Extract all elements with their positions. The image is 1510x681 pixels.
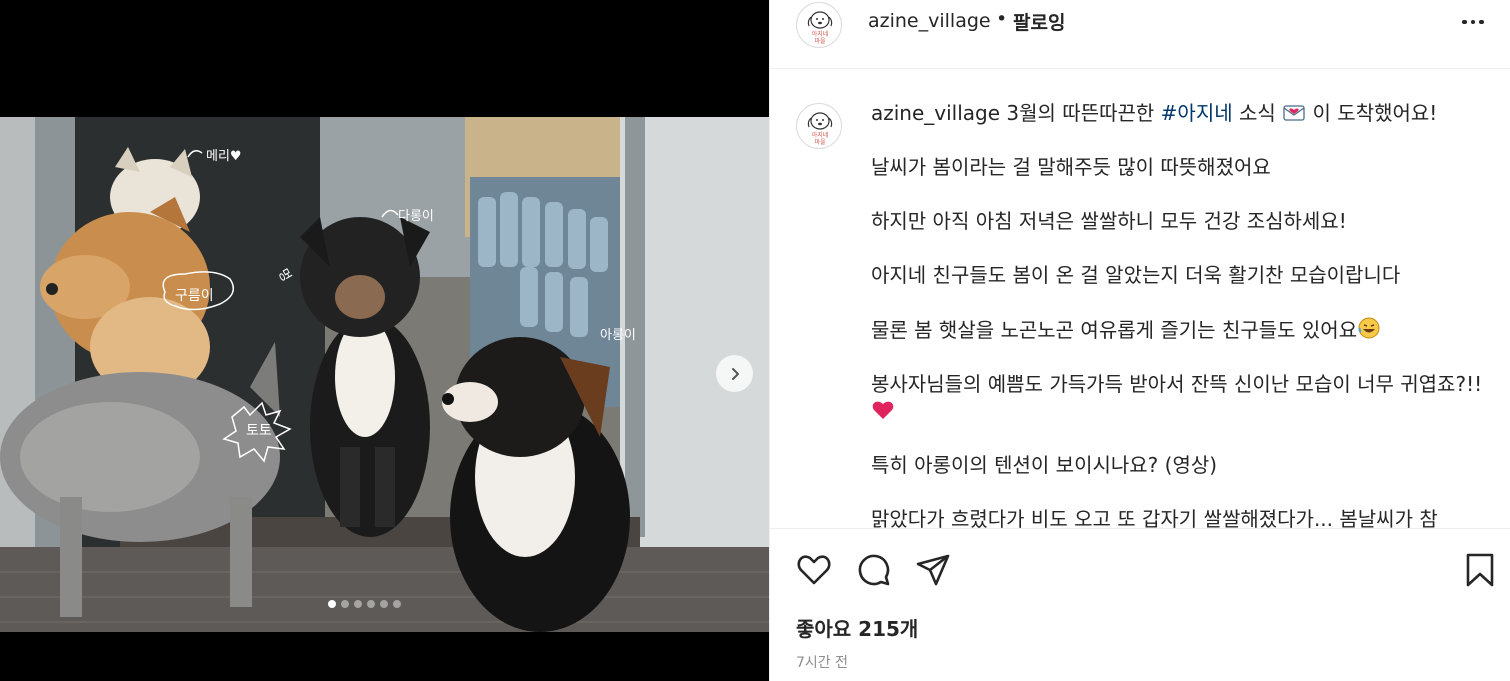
label-meri: 메리♥ — [206, 149, 242, 164]
caption: azine_village 3월의 따뜬따끈한 #아지네 소식 이 도착했어요!… — [871, 100, 1486, 528]
svg-text:아지네: 아지네 — [812, 131, 829, 139]
save-button[interactable] — [1460, 548, 1500, 592]
caption-text: 이 도착했어요! — [1312, 101, 1438, 125]
caption-paragraph: 맑았다가 흐렸다가 비도 오고 또 갑자기 쌀쌀해졌다가... 봄날씨가 참 — [871, 507, 1438, 528]
post-panel: 아지네 마을 azine_village • 팔로잉 아지네 마을 azine_… — [769, 0, 1510, 681]
carousel-dot — [354, 600, 362, 608]
caption-username[interactable]: azine_village — [871, 101, 1000, 125]
post-photo[interactable]: 메리♥ 다롱이 멍 구름이 아롱이 토토 — [0, 117, 769, 632]
avatar[interactable]: 아지네 마을 — [796, 2, 842, 48]
love-letter-icon — [1283, 105, 1305, 121]
likes-count[interactable]: 좋아요 215개 — [796, 613, 918, 642]
more-options-icon[interactable] — [1458, 10, 1488, 34]
caption-text: 소식 — [1239, 101, 1276, 125]
label-gureumi: 구름이 — [175, 288, 214, 304]
dogs-photo: 메리♥ 다롱이 멍 구름이 아롱이 토토 — [0, 117, 769, 632]
heart-icon — [797, 555, 831, 585]
label-arongi: 아롱이 — [600, 328, 636, 343]
carousel-dot — [328, 600, 336, 608]
caption-paragraph: 하지만 아직 아침 저녁은 쌀쌀하니 모두 건강 조심하세요! — [871, 209, 1347, 233]
dog-logo-icon: 아지네 마을 — [807, 112, 833, 146]
carousel-dot — [367, 600, 375, 608]
post-header: 아지네 마을 azine_village • 팔로잉 — [770, 0, 1510, 48]
post-media: 메리♥ 다롱이 멍 구름이 아롱이 토토 — [0, 0, 769, 681]
comments-section[interactable]: 아지네 마을 azine_village 3월의 따뜬따끈한 #아지네 소식 이… — [770, 70, 1510, 528]
bookmark-icon — [1466, 553, 1494, 587]
caption-paragraph: 날씨가 봄이라는 걸 말해주듯 많이 따뜻해졌어요 — [871, 155, 1271, 179]
svg-text:마을: 마을 — [814, 37, 826, 45]
caption-paragraph: 특히 아롱이의 텐션이 보이시나요? (영상) — [871, 453, 1218, 477]
svg-text:마을: 마을 — [814, 138, 826, 146]
follow-status-button[interactable]: 팔로잉 — [1013, 8, 1065, 35]
caption-paragraph: 봉사자님들의 예쁨도 가득가득 받아서 잔뜩 신이난 모습이 너무 귀엽죠?!! — [871, 372, 1483, 396]
header-username[interactable]: azine_village — [868, 10, 991, 32]
actions-divider — [770, 528, 1510, 529]
action-bar — [770, 548, 1510, 592]
next-photo-button[interactable] — [716, 355, 753, 392]
red-heart-icon — [872, 401, 894, 419]
hashtag-link[interactable]: #아지네 — [1161, 101, 1233, 125]
carousel-dot — [380, 600, 388, 608]
header-divider — [770, 68, 1510, 69]
like-button[interactable] — [794, 548, 834, 592]
caption-paragraph: 물론 봄 햇살을 노곤노곤 여유롭게 즐기는 친구들도 있어요 — [871, 318, 1358, 342]
dog-logo-icon: 아지네 마을 — [807, 11, 833, 45]
svg-text:아지네: 아지네 — [812, 30, 829, 38]
comment-icon — [858, 554, 890, 586]
carousel-dot — [341, 600, 349, 608]
comment-button[interactable] — [854, 548, 894, 592]
carousel-indicator — [328, 600, 401, 608]
caption-avatar[interactable]: 아지네 마을 — [796, 103, 842, 149]
post-timestamp[interactable]: 7시간 전 — [796, 652, 848, 672]
label-toto: 토토 — [246, 423, 272, 439]
caption-paragraph: 아지네 친구들도 봄이 온 걸 알았는지 더욱 활기찬 모습이랍니다 — [871, 263, 1401, 287]
paper-plane-icon — [916, 554, 950, 586]
separator-dot: • — [996, 8, 1008, 30]
carousel-dot — [393, 600, 401, 608]
share-button[interactable] — [913, 548, 953, 592]
chevron-right-icon — [731, 367, 739, 380]
label-darongi: 다롱이 — [398, 209, 434, 224]
caption-text: 3월의 따뜬따끈한 — [1006, 101, 1155, 125]
laughing-emoji-icon — [1358, 317, 1380, 339]
